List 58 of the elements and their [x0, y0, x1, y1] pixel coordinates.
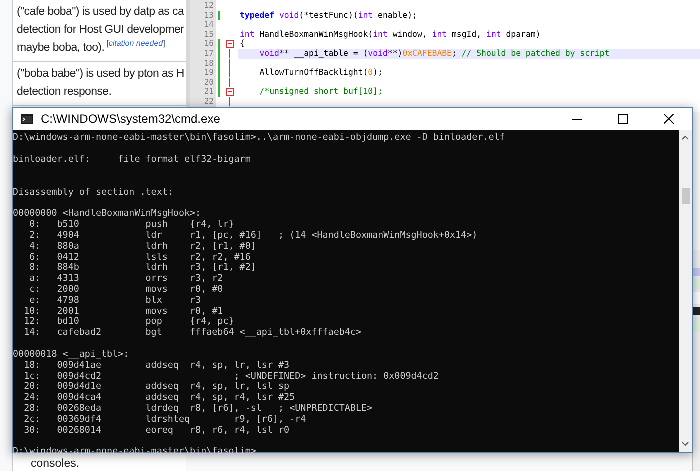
console-text: 18: 009d41ae addseq r4, sp, lr, lsr #3 — [23, 360, 291, 372]
scrollbar[interactable] — [679, 130, 692, 452]
cell-text: detection for Host GUI developmer — [17, 23, 184, 38]
terminal-icon — [21, 114, 33, 124]
line-number: 20 — [203, 78, 215, 88]
console-text: 8: 884b ldrh r3, [r1, #2] — [28, 263, 258, 274]
command-line: D:\windows-arm-none-eabi-master\bin\fasolim>..\arm-none-eabi-objdump.exe -D binloader.elf — [13, 133, 506, 144]
console-text: 1c: 009d4cd2 ; <UNDEFINED> instruction: 0x009d4cd2 — [23, 372, 440, 382]
collapse-icon[interactable] — [226, 40, 234, 48]
scroll-thumb[interactable] — [682, 188, 690, 204]
console-text: 20: 009d4d1e addseq r4, sp, lr, lsl sp — [23, 382, 291, 393]
scroll-up-icon[interactable] — [682, 136, 689, 140]
minimize-icon — [572, 118, 582, 120]
console-text: 24: 009d4ca4 addseq r4, sp, r4, lsr #25 — [23, 393, 296, 404]
scroll-down-icon[interactable] — [682, 442, 689, 446]
console-text: 6: 0412 lsls r2, r2, #16 — [28, 252, 252, 263]
code-line: AllowTurnOffBacklight(0); — [258, 68, 384, 78]
cell-text: ("cafe boba") is used by datp as ca — [17, 5, 184, 20]
console-text: 4: 880a ldrh r2, [r1, #0] — [28, 242, 258, 253]
code-line: typedef void(*testFunc)(int enable); — [239, 10, 418, 20]
citation-link[interactable]: citation needed — [108, 39, 164, 48]
cell-text: ("boba babe") is used by pton as H — [17, 67, 184, 82]
close-icon — [664, 114, 674, 124]
line-number: 14 — [203, 20, 215, 30]
console-text: 14: cafebad2 bgt fffaeb64 <__api_tbl+0xfffaeb4c> — [23, 328, 362, 339]
cell-text: detection response. — [17, 85, 112, 100]
console-text: 00000000 <HandleBoxmanWinMsgHook>: — [13, 209, 202, 220]
console-text: a: 4313 orrs r3, r2 — [28, 274, 224, 285]
console-text: binloader.elf: file format elf32-bigarm — [13, 154, 252, 166]
line-number: 15 — [203, 30, 215, 40]
line-number: 19 — [203, 68, 215, 78]
line-number: 17 — [203, 48, 215, 59]
line-number: 18 — [203, 58, 215, 68]
code-line: { — [239, 39, 246, 49]
collapse-icon[interactable] — [226, 88, 234, 96]
console-text: c: 2000 movs r0, #0 — [28, 284, 224, 296]
code-line: int HandleBoxmanWinMsgHook(int window, int msgId, int dparam) — [239, 30, 542, 40]
console-text: 00000018 <__api_tbl>: — [13, 350, 130, 361]
line-number: 21 — [203, 87, 215, 97]
window-title: C:\WINDOWS\system32\cmd.exe — [41, 111, 220, 128]
console-text: Disassembly of section .text: — [13, 188, 174, 198]
code-line: /*unsigned short buf[10]; — [258, 87, 384, 97]
cell-text: maybe boba, too). — [17, 41, 105, 56]
citation-note: [citation needed] — [106, 39, 166, 49]
maximize-icon — [618, 114, 628, 124]
line-number: 12 — [203, 1, 215, 11]
line-number: 16 — [203, 39, 215, 49]
console-text: 12: bd10 pop {r4, pc} — [23, 317, 236, 328]
line-number: 13 — [203, 10, 215, 20]
cell-text: consoles. — [30, 458, 81, 470]
console-text: 28: 00268eda ldrdeq r8, [r6], -sl ; <UNPREDICTABLE> — [23, 404, 374, 415]
console-text: 0: b510 push {r4, lr} — [28, 220, 236, 231]
console-text: e: 4798 blx r3 — [28, 296, 202, 307]
console-text: 30: 00268014 eoreq r8, r6, r4, lsl r0 — [23, 426, 291, 436]
console-text: 2: 4904 ldr r1, [pc, #16] ; (14 <HandleBoxmanWinMsgHook+0x14>) — [28, 230, 479, 242]
console-text: 2c: 00369df4 ldrshteq r9, [r6], -r4 — [23, 414, 308, 426]
line-number: 22 — [203, 96, 215, 107]
console-text: 10: 2001 movs r0, #1 — [23, 306, 224, 317]
